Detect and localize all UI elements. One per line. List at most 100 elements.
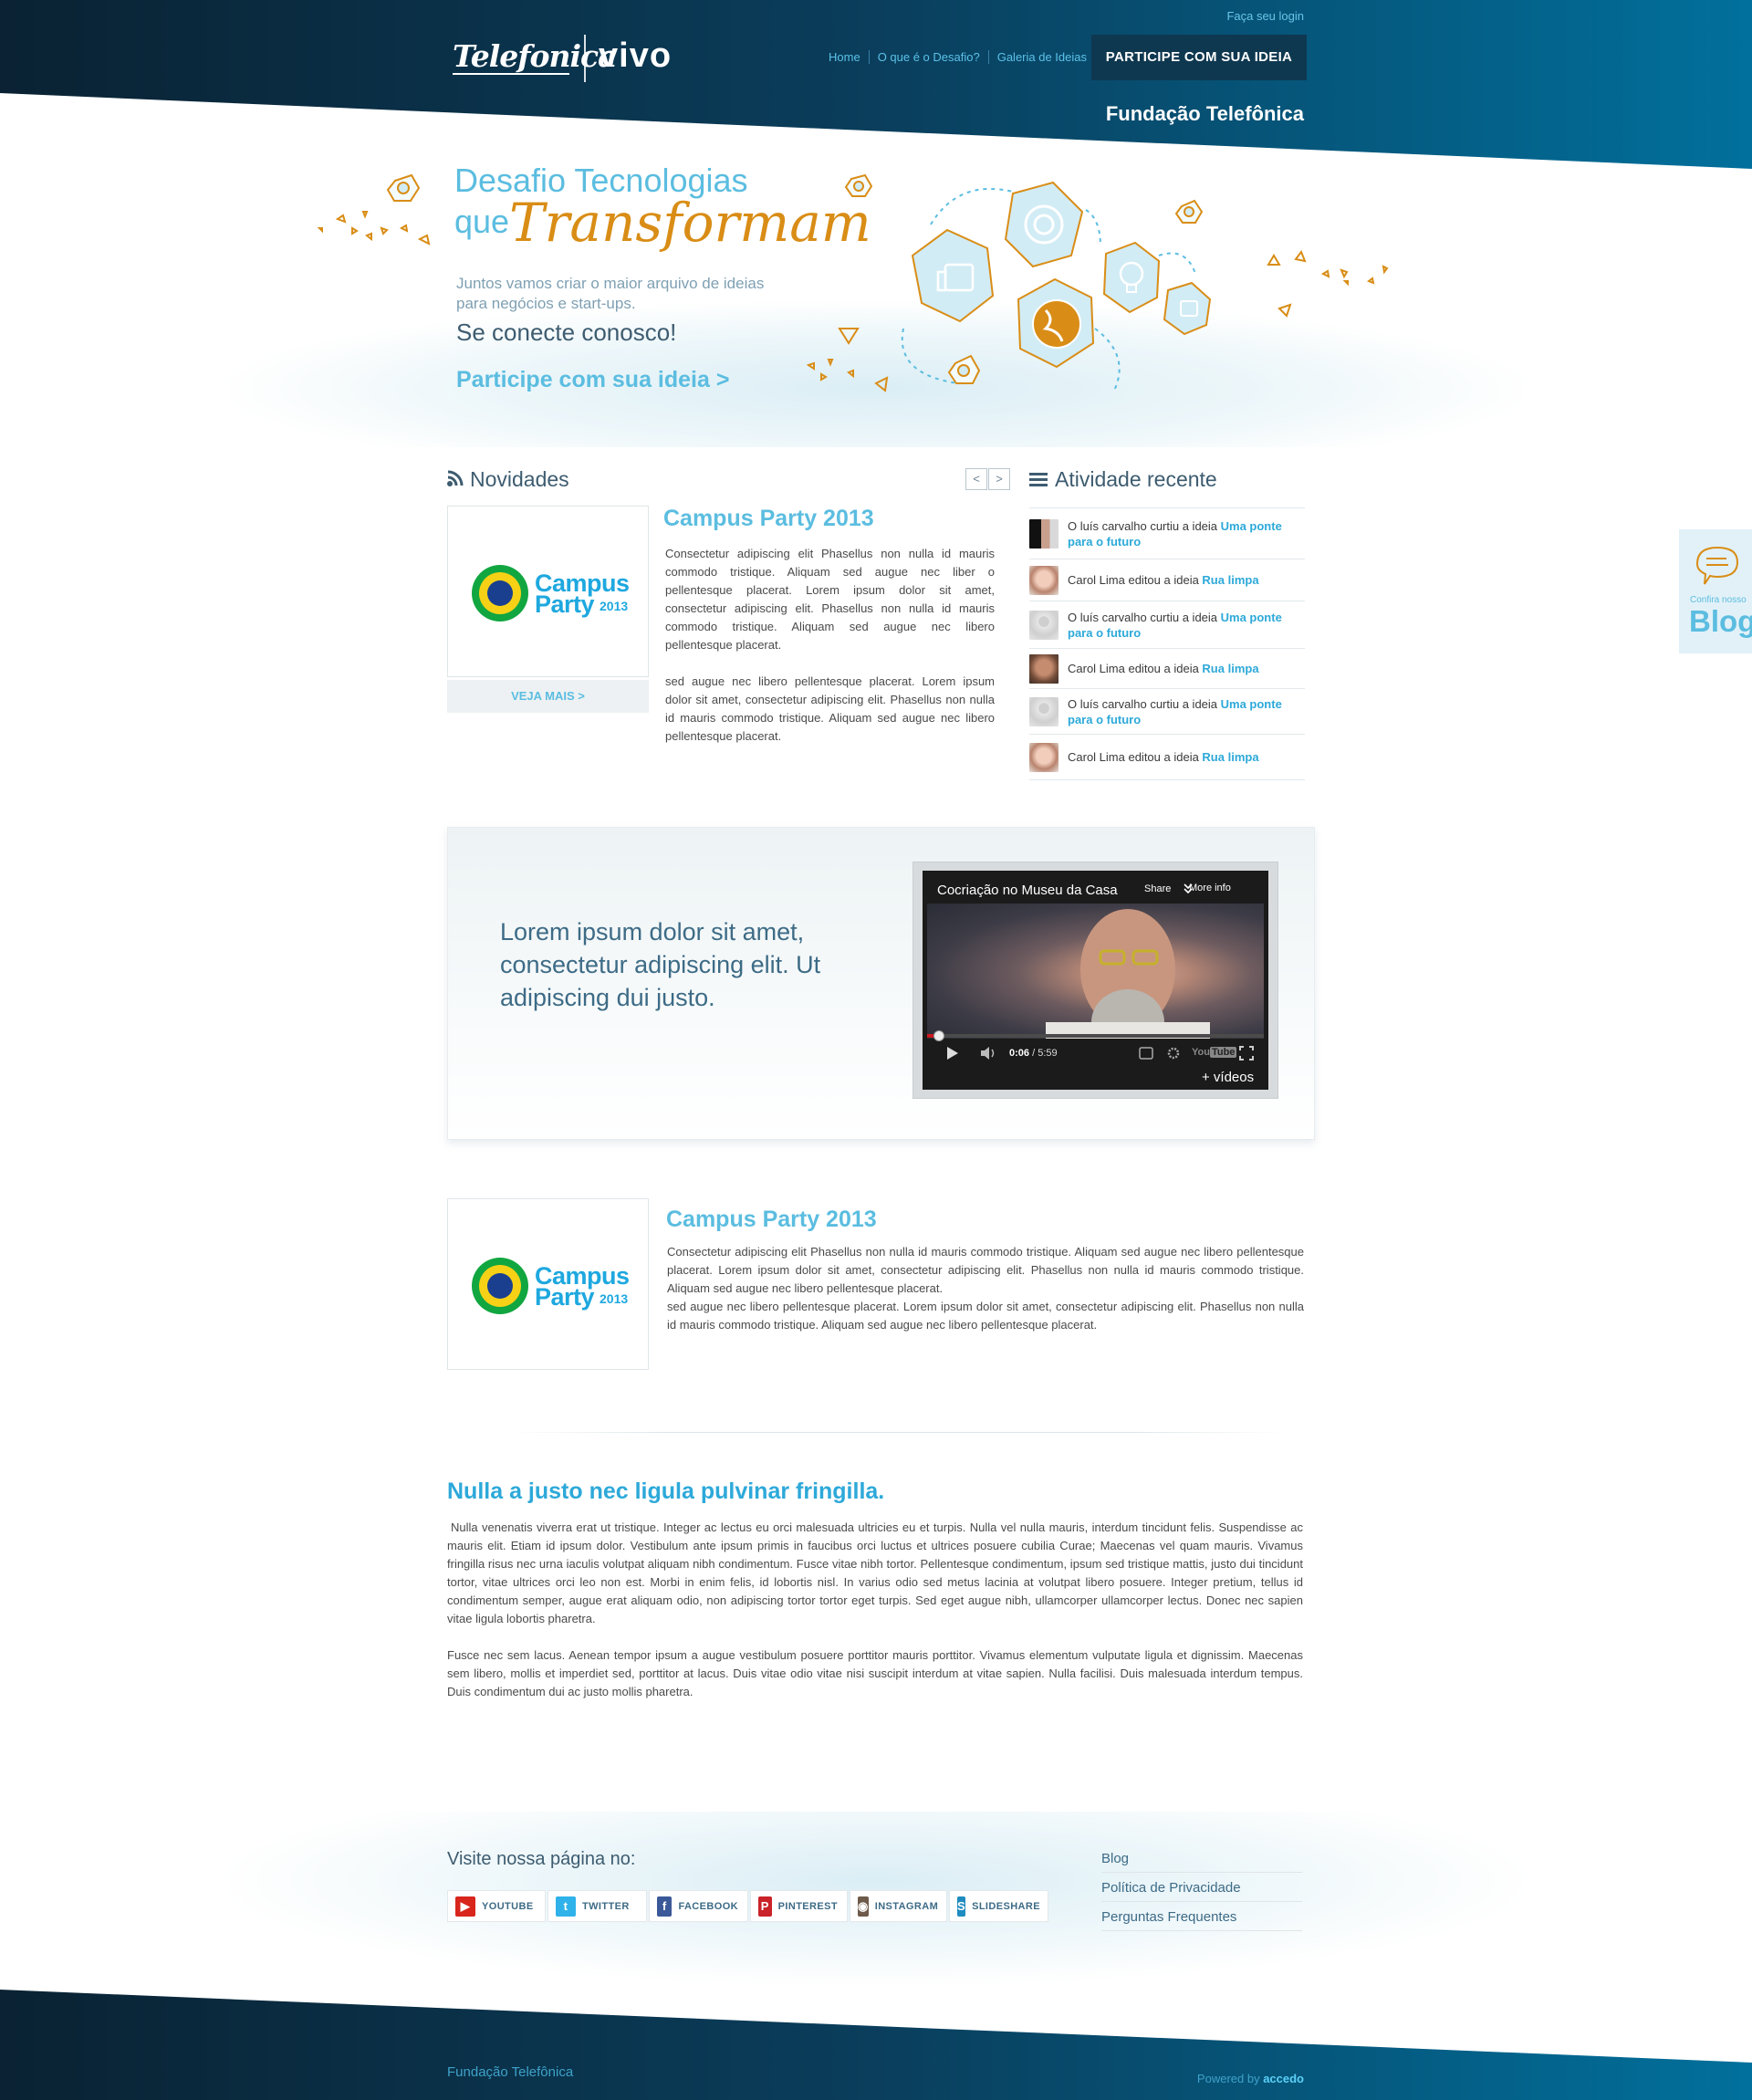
site-header — [0, 0, 1752, 169]
nav-ideas-gallery[interactable]: Galeria de Ideias — [987, 50, 1095, 64]
video-title[interactable]: Cocriação no Museu da Casa — [937, 883, 1118, 898]
activity-idea-link[interactable]: Rua limpa — [1202, 662, 1258, 675]
activity-item: O luís carvalho curtiu a ideia Uma ponte… — [1029, 507, 1305, 559]
avatar[interactable] — [1029, 653, 1058, 684]
play-icon[interactable] — [945, 1046, 960, 1060]
news2-body-p2: sed augue nec libero pellentesque placer… — [667, 1300, 1304, 1332]
article-title: Nulla a justo nec ligula pulvinar fringi… — [447, 1478, 885, 1504]
activity-item: Carol Lima editou a ideia Rua limpa — [1029, 559, 1305, 601]
captions-icon[interactable] — [1139, 1047, 1153, 1060]
activity-idea-link[interactable]: Rua limpa — [1202, 750, 1258, 764]
activity-text: Carol Lima editou a ideia — [1068, 750, 1203, 764]
powered-by-brand[interactable]: accedo — [1263, 2072, 1304, 2085]
activity-heading: Atividade recente — [1055, 467, 1217, 491]
thumbs-up-hex-icon — [911, 228, 995, 323]
chevron-down-icon — [1184, 883, 1193, 894]
activity-text: O luís carvalho curtiu a ideia — [1068, 610, 1221, 624]
activity-text: Carol Lima editou a ideia — [1068, 573, 1203, 587]
speech-bubble-icon — [1695, 546, 1739, 585]
footer-links: Blog Política de Privacidade Perguntas F… — [1101, 1847, 1302, 1931]
avatar[interactable] — [1029, 518, 1058, 549]
activity-text: O luís carvalho curtiu a ideia — [1068, 518, 1221, 533]
social-button-facebook[interactable]: f FACEBOOK — [649, 1890, 748, 1922]
campus-party-logo-year: 2013 — [600, 1291, 629, 1306]
brazil-flag-icon — [472, 1258, 528, 1314]
activity-text: Carol Lima editou a ideia — [1068, 662, 1203, 675]
twitter-icon: t — [556, 1896, 576, 1917]
login-link[interactable]: Faça seu login — [1226, 9, 1304, 23]
activity-item: O luís carvalho curtiu a ideia Uma ponte… — [1029, 688, 1305, 734]
nav-home[interactable]: Home — [829, 50, 869, 64]
video-progress-track[interactable] — [927, 1034, 1264, 1038]
instagram-icon: ◉ — [858, 1896, 869, 1917]
youtube-logo-icon[interactable]: You Tube — [1192, 1047, 1237, 1058]
brazil-flag-icon — [472, 565, 528, 622]
video-time-total: / 5:59 — [1029, 1048, 1058, 1059]
article-p2: Fusce nec sem lacus. Aenean tempor ipsum… — [447, 1648, 1303, 1698]
lightbulb-hex-icon — [1102, 241, 1161, 314]
activity-item: Carol Lima editou a ideia Rua limpa — [1029, 734, 1305, 780]
section-divider — [511, 1432, 1287, 1433]
social-button-youtube[interactable]: ▶ YOUTUBE — [447, 1890, 546, 1922]
news-title[interactable]: Campus Party 2013 — [663, 506, 874, 532]
social-button-instagram[interactable]: ◉ INSTAGRAM — [850, 1890, 947, 1922]
powered-by[interactable]: Powered by accedo — [1197, 2072, 1304, 2085]
rss-icon — [447, 470, 464, 486]
social-button-label: TWITTER — [582, 1900, 630, 1912]
footer-background — [0, 1990, 1752, 2100]
activity-list: O luís carvalho curtiu a ideia Uma ponte… — [1029, 507, 1305, 780]
nav-about-challenge[interactable]: O que é o Desafio? — [868, 50, 988, 64]
settings-gear-icon[interactable] — [1166, 1046, 1181, 1060]
news-prev-button[interactable]: < — [965, 468, 987, 490]
slideshare-icon: S — [957, 1896, 966, 1917]
logo-divider — [584, 35, 586, 82]
blog-tab-title: Blog — [1689, 604, 1752, 638]
social-button-label: SLIDESHARE — [972, 1900, 1040, 1912]
main-nav: Home O que é o Desafio? Galeria de Ideia… — [829, 50, 1095, 64]
powered-by-label: Powered by — [1196, 2072, 1264, 2085]
social-button-label: PINTEREST — [777, 1900, 838, 1912]
news-heading: Novidades — [470, 467, 569, 491]
participate-button[interactable]: PARTICIPE COM SUA IDEIA — [1091, 35, 1307, 80]
video-share-button[interactable]: Share — [1144, 883, 1171, 894]
avatar[interactable] — [1029, 610, 1058, 640]
avatar[interactable] — [1029, 565, 1058, 595]
vivo-logo[interactable]: vivo — [599, 37, 672, 76]
avatar[interactable] — [1029, 696, 1058, 726]
telefonica-logo[interactable]: Telefonica — [453, 38, 618, 74]
social-button-twitter[interactable]: t TWITTER — [548, 1890, 647, 1922]
volume-icon[interactable] — [980, 1046, 998, 1060]
footer-link-blog[interactable]: Blog — [1101, 1847, 1302, 1873]
social-heading: Visite nossa página no: — [447, 1849, 636, 1869]
footer-link-faq[interactable]: Perguntas Frequentes — [1101, 1902, 1302, 1931]
social-button-slideshare[interactable]: S SLIDESHARE — [949, 1890, 1048, 1922]
video-scrubber-handle[interactable] — [933, 1030, 944, 1041]
activity-text: O luís carvalho curtiu a ideia — [1068, 696, 1221, 711]
news-next-button[interactable]: > — [988, 468, 1010, 490]
telefonica-logo-underline — [453, 73, 569, 75]
social-links: ▶ YOUTUBE t TWITTER f FACEBOOK P PINTEREST ◉ INST… — [447, 1890, 1050, 1922]
activity-item: O luís carvalho curtiu a ideia Uma ponte… — [1029, 601, 1305, 648]
confetti-left-icon — [317, 211, 431, 246]
social-button-label: FACEBOOK — [678, 1900, 738, 1912]
facebook-icon: f — [657, 1896, 673, 1917]
fullscreen-icon[interactable] — [1239, 1046, 1254, 1060]
avatar[interactable] — [1029, 742, 1058, 772]
activity-idea-link[interactable]: Rua limpa — [1202, 573, 1258, 587]
footer-fundacao[interactable]: Fundação Telefônica — [447, 2064, 573, 2080]
pinterest-icon: P — [758, 1896, 772, 1917]
video-more-info-button[interactable]: More info — [1189, 883, 1231, 893]
social-button-label: INSTAGRAM — [874, 1900, 939, 1912]
feature-text: Lorem ipsum dolor sit amet, consectetur … — [500, 918, 821, 1011]
more-videos-link[interactable]: + vídeos — [1202, 1070, 1254, 1085]
gear-hex-icon — [1004, 181, 1084, 268]
footer-link-privacy[interactable]: Política de Privacidade — [1101, 1873, 1302, 1902]
article-p1: Nulla venenatis viverra erat ut tristiqu… — [447, 1520, 1303, 1625]
video-scene — [1046, 909, 1210, 1039]
campus-party-logo-year: 2013 — [600, 599, 629, 613]
news2-title[interactable]: Campus Party 2013 — [666, 1207, 877, 1233]
video-progress-fill — [927, 1034, 933, 1038]
social-button-pinterest[interactable]: P PINTEREST — [750, 1890, 848, 1922]
video-thumbnail[interactable] — [927, 904, 1264, 1039]
see-more-button[interactable]: VEJA MAIS > — [447, 680, 649, 713]
